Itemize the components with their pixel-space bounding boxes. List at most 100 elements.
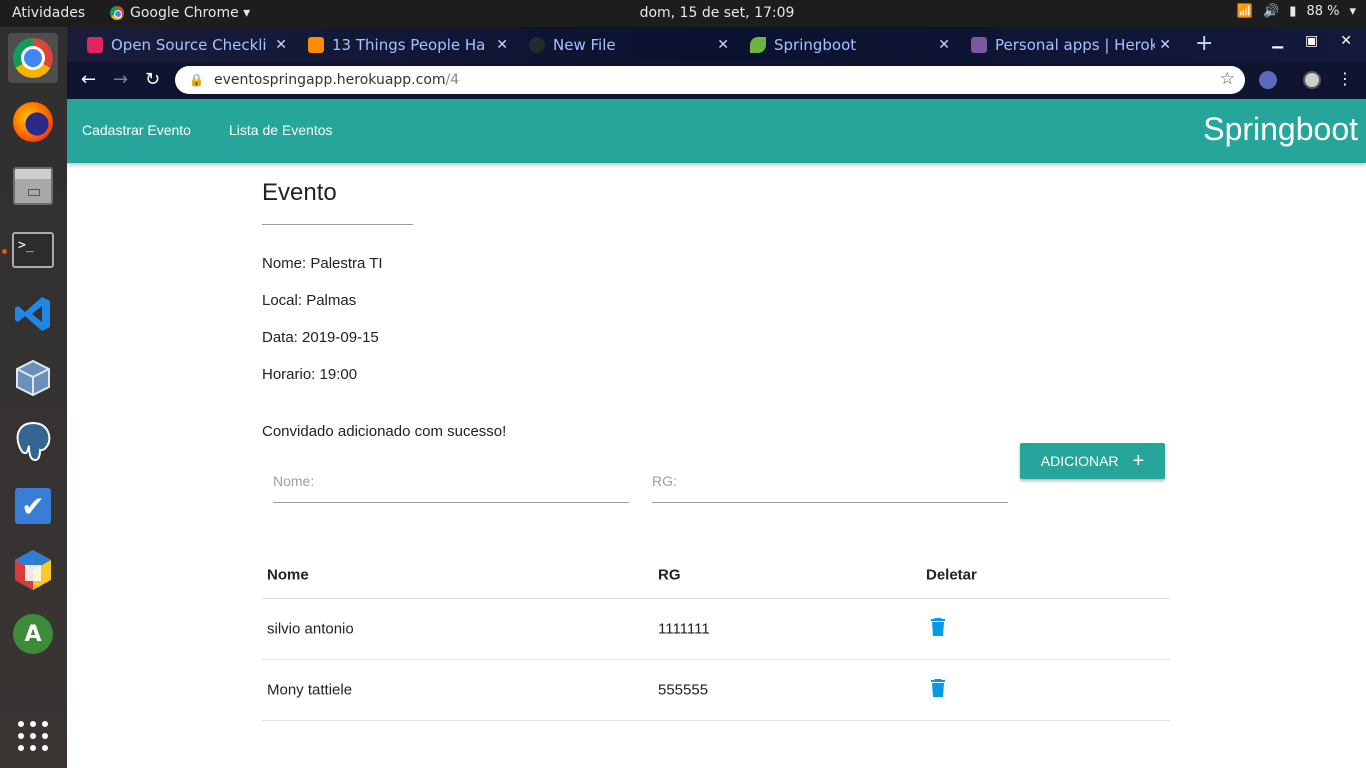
success-message: Convidado adicionado com sucesso! xyxy=(262,423,507,440)
show-applications-button[interactable] xyxy=(8,711,58,761)
close-icon[interactable]: ✕ xyxy=(275,37,287,53)
adicionar-button[interactable]: ADICIONAR + xyxy=(1020,443,1165,479)
event-horario: Horario: 19:00 xyxy=(262,366,358,383)
tab-heroku[interactable]: Personal apps | Heroku ✕ xyxy=(971,27,1171,62)
dock-virtualbox[interactable] xyxy=(8,353,58,403)
github-favicon-icon xyxy=(529,36,545,53)
title-divider xyxy=(262,224,413,225)
minimize-icon[interactable]: ▁ xyxy=(1272,33,1283,49)
dock-vscode[interactable] xyxy=(8,289,58,339)
clock[interactable]: dom, 15 de set, 17:09 xyxy=(0,5,1366,21)
battery-level: 88 % xyxy=(1306,4,1340,19)
lock-icon: 🔒 xyxy=(189,73,204,87)
running-indicator xyxy=(2,249,7,254)
battery-icon: ▮ xyxy=(1289,4,1297,19)
chevron-down-icon: ▾ xyxy=(1349,4,1356,19)
event-local: Local: Palmas xyxy=(262,292,357,309)
close-icon[interactable]: ✕ xyxy=(938,37,950,53)
tab-strip: Open Source Checklist ✕ 13 Things People… xyxy=(67,27,1366,62)
close-window-icon[interactable]: ✕ xyxy=(1340,33,1352,49)
heroku-favicon-icon xyxy=(971,36,987,53)
dock-android-studio[interactable]: A xyxy=(8,609,58,659)
page-title: Evento xyxy=(262,179,337,206)
close-icon[interactable]: ✕ xyxy=(496,37,508,53)
table-row: Mony tattiele 555555 xyxy=(262,660,1170,721)
trash-icon xyxy=(931,618,945,636)
tab-label: Personal apps | Heroku xyxy=(995,35,1155,54)
nav-lista-de-eventos[interactable]: Lista de Eventos xyxy=(229,122,333,138)
tab-springboot[interactable]: Springboot ✕ xyxy=(750,27,950,62)
vscode-icon xyxy=(15,297,50,331)
wifi-icon: 📶 xyxy=(1236,4,1254,19)
guest-rg: 1111111 xyxy=(658,620,710,638)
address-bar[interactable]: 🔒 eventospringapp.herokuapp.com/4 ☆ xyxy=(175,66,1245,94)
terminal-icon: >_ xyxy=(12,232,54,268)
brand-logo[interactable]: Springboot xyxy=(1203,111,1358,148)
tab-label: 13 Things People Hate xyxy=(332,35,484,54)
guest-nome: silvio antonio xyxy=(267,620,354,638)
reload-icon[interactable]: ↻ xyxy=(145,69,160,90)
tab-label: Springboot xyxy=(774,35,857,54)
event-nome: Nome: Palestra TI xyxy=(262,255,383,272)
url-host: eventospringapp.herokuapp.com xyxy=(213,72,446,88)
web-page: Cadastrar Evento Lista de Eventos Spring… xyxy=(67,99,1366,768)
maximize-icon[interactable]: ▣ xyxy=(1305,33,1318,49)
postgres-icon xyxy=(16,421,51,462)
files-icon xyxy=(13,167,53,205)
close-icon[interactable]: ✕ xyxy=(717,37,729,53)
site-navbar: Cadastrar Evento Lista de Eventos Spring… xyxy=(67,99,1366,163)
trash-icon xyxy=(931,679,945,697)
checkmark-icon: ✔ xyxy=(15,488,51,524)
dock: >_ ✔ A xyxy=(0,27,67,768)
dock-chrome[interactable] xyxy=(8,33,58,83)
table-row: silvio antonio 1111111 xyxy=(262,599,1170,660)
volume-icon: 🔊 xyxy=(1263,4,1280,19)
header-rg: RG xyxy=(658,566,681,583)
nome-input[interactable] xyxy=(273,463,629,489)
tab-label: Open Source Checklist xyxy=(111,35,266,54)
dock-terminal[interactable]: >_ xyxy=(8,225,58,275)
plus-icon: + xyxy=(1132,450,1145,472)
delete-button[interactable] xyxy=(931,618,945,640)
chrome-icon xyxy=(13,38,53,78)
bookmark-star-icon[interactable]: ☆ xyxy=(1220,69,1235,89)
profile-avatar-icon[interactable] xyxy=(1303,71,1321,89)
app-grid-icon xyxy=(18,721,48,751)
dock-postgres[interactable] xyxy=(8,417,58,467)
firefox-icon xyxy=(13,102,53,142)
dock-cube-app[interactable] xyxy=(8,545,58,595)
rg-input[interactable] xyxy=(652,463,1008,489)
dock-files[interactable] xyxy=(8,161,58,211)
guest-nome: Mony tattiele xyxy=(267,681,353,699)
header-deletar: Deletar xyxy=(926,566,977,583)
guests-table: Nome RG Deletar silvio antonio 1111111 M… xyxy=(262,551,1170,721)
guest-rg: 555555 xyxy=(658,681,709,699)
browser-toolbar: ← → ↻ 🔒 eventospringapp.herokuapp.com/4 … xyxy=(67,62,1366,99)
dock-firefox[interactable] xyxy=(8,97,58,147)
extension-icon[interactable] xyxy=(1259,71,1277,89)
tab-13-things[interactable]: 13 Things People Hate ✕ xyxy=(308,27,508,62)
cube-icon xyxy=(15,550,51,590)
system-tray[interactable]: 📶 🔊 ▮ 88 % ▾ xyxy=(1237,4,1356,19)
nome-field xyxy=(273,463,629,503)
header-nome: Nome xyxy=(267,566,309,583)
os-top-bar: Atividades Google Chrome ▾ dom, 15 de se… xyxy=(0,0,1366,27)
back-arrow-icon[interactable]: ← xyxy=(81,69,96,90)
delete-button[interactable] xyxy=(931,679,945,701)
close-icon[interactable]: ✕ xyxy=(1159,37,1171,53)
kebab-menu-icon[interactable]: ⋮ xyxy=(1337,69,1353,88)
url-path: /4 xyxy=(445,72,460,88)
virtualbox-icon xyxy=(16,359,50,397)
forward-arrow-icon[interactable]: → xyxy=(113,69,128,90)
dock-tasks[interactable]: ✔ xyxy=(8,481,58,531)
table-header-row: Nome RG Deletar xyxy=(262,551,1170,599)
tab-new-file[interactable]: New File ✕ xyxy=(529,27,729,62)
nav-cadastrar-evento[interactable]: Cadastrar Evento xyxy=(82,122,191,138)
android-studio-icon: A xyxy=(13,614,53,654)
blog-favicon-icon xyxy=(308,36,324,53)
new-tab-button[interactable]: + xyxy=(1195,31,1213,56)
tab-open-source-checklist[interactable]: Open Source Checklist ✕ xyxy=(87,27,287,62)
tab-label: New File xyxy=(553,35,616,54)
checklist-favicon-icon xyxy=(87,36,103,53)
window-controls: ▁ ▣ ✕ xyxy=(1272,33,1352,49)
